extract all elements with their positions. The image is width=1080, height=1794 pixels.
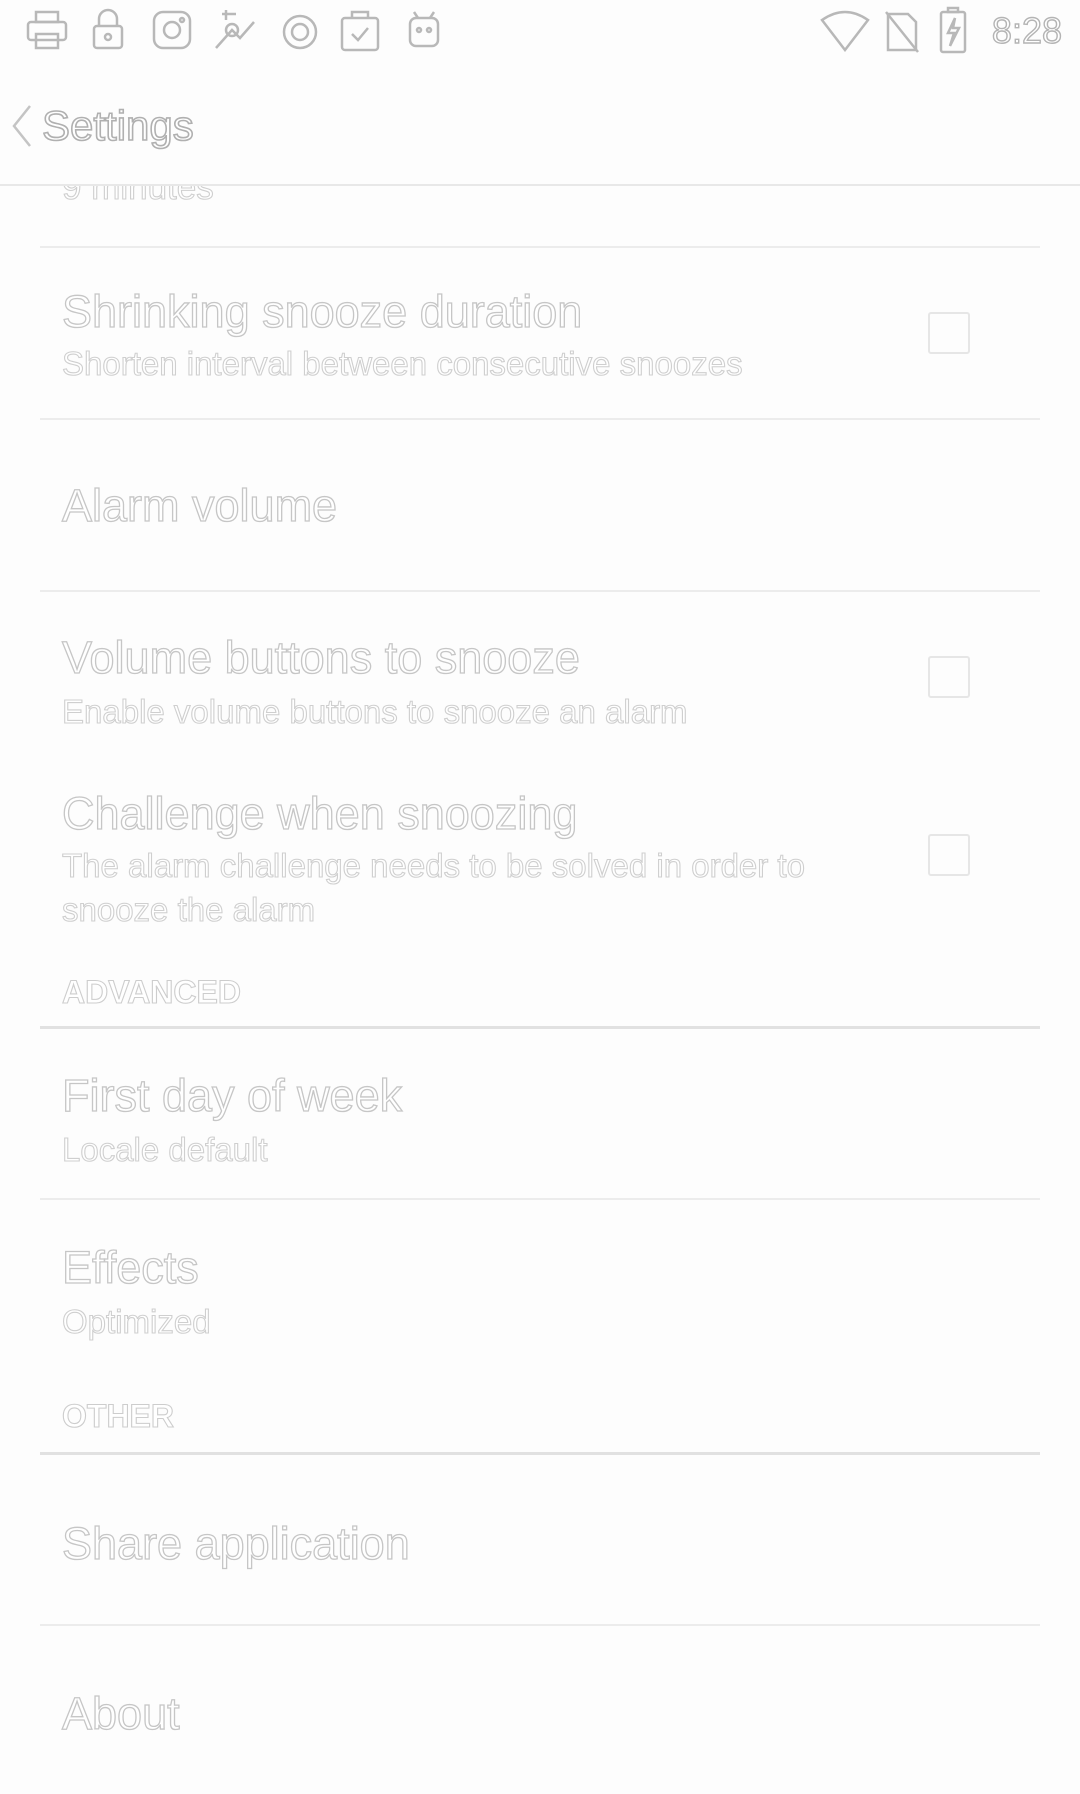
pref-challenge-snoozing[interactable]: Challenge when snoozing The alarm challe… (0, 770, 1080, 940)
pref-shrinking-snooze[interactable]: Shrinking snooze duration Shorten interv… (0, 250, 1080, 418)
status-bar: 8:28 (0, 0, 1080, 64)
battery-charging-icon (938, 6, 968, 54)
category-advanced: ADVANCED (61, 973, 241, 1010)
pref-about[interactable]: About (0, 1628, 1080, 1794)
pref-title: Volume buttons to snooze (61, 631, 580, 683)
pref-summary: Optimized (61, 1302, 211, 1340)
pref-share-application[interactable]: Share application (0, 1456, 1080, 1624)
status-time: 8:28 (991, 9, 1062, 51)
android-icon (404, 8, 444, 52)
pref-effects[interactable]: Effects Optimized (0, 1202, 1080, 1362)
pref-title: Effects (61, 1241, 199, 1293)
printer-icon (24, 8, 70, 52)
divider (40, 590, 1040, 592)
back-chevron-icon[interactable] (8, 102, 36, 155)
clipboard-check-icon (338, 8, 382, 54)
divider (40, 1198, 1040, 1200)
pref-first-day-of-week[interactable]: First day of week Locale default (0, 1032, 1080, 1198)
pref-title: Shrinking snooze duration (61, 285, 583, 337)
app-header: Settings (0, 62, 1080, 186)
page-title: Settings (41, 101, 194, 150)
pref-title: Challenge when snoozing (61, 787, 578, 839)
divider (40, 1624, 1040, 1626)
category-other: OTHER (61, 1397, 174, 1434)
pref-title: About (61, 1687, 180, 1739)
pref-summary: Shorten interval between consecutive sno… (61, 344, 743, 382)
pref-alarm-volume[interactable]: Alarm volume (0, 420, 1080, 590)
pref-title: First day of week (61, 1069, 403, 1121)
fake-gps-icon (210, 8, 260, 56)
pref-summary: The alarm challenge needs to be solved i… (61, 846, 805, 928)
shrinking-snooze-checkbox[interactable] (928, 312, 970, 354)
no-sim-icon (884, 10, 920, 54)
settings-screen: 8:28 Settings 9 minutes Shrinking snooze… (0, 0, 1080, 1794)
wifi-icon (820, 10, 870, 52)
challenge-snoozing-checkbox[interactable] (928, 834, 970, 876)
pref-summary: Locale default (61, 1130, 268, 1168)
category-divider (40, 1026, 1040, 1029)
volume-buttons-checkbox[interactable] (928, 656, 970, 698)
instagram-icon (150, 8, 194, 52)
pref-title: Share application (61, 1517, 410, 1569)
pref-summary: Enable volume buttons to snooze an alarm (61, 692, 688, 730)
category-divider (40, 1452, 1040, 1455)
pref-volume-buttons-snooze[interactable]: Volume buttons to snooze Enable volume b… (0, 610, 1080, 760)
lock-icon (90, 8, 126, 52)
pref-title: Alarm volume (61, 479, 338, 531)
circle-icon (280, 8, 320, 52)
divider (40, 246, 1040, 248)
